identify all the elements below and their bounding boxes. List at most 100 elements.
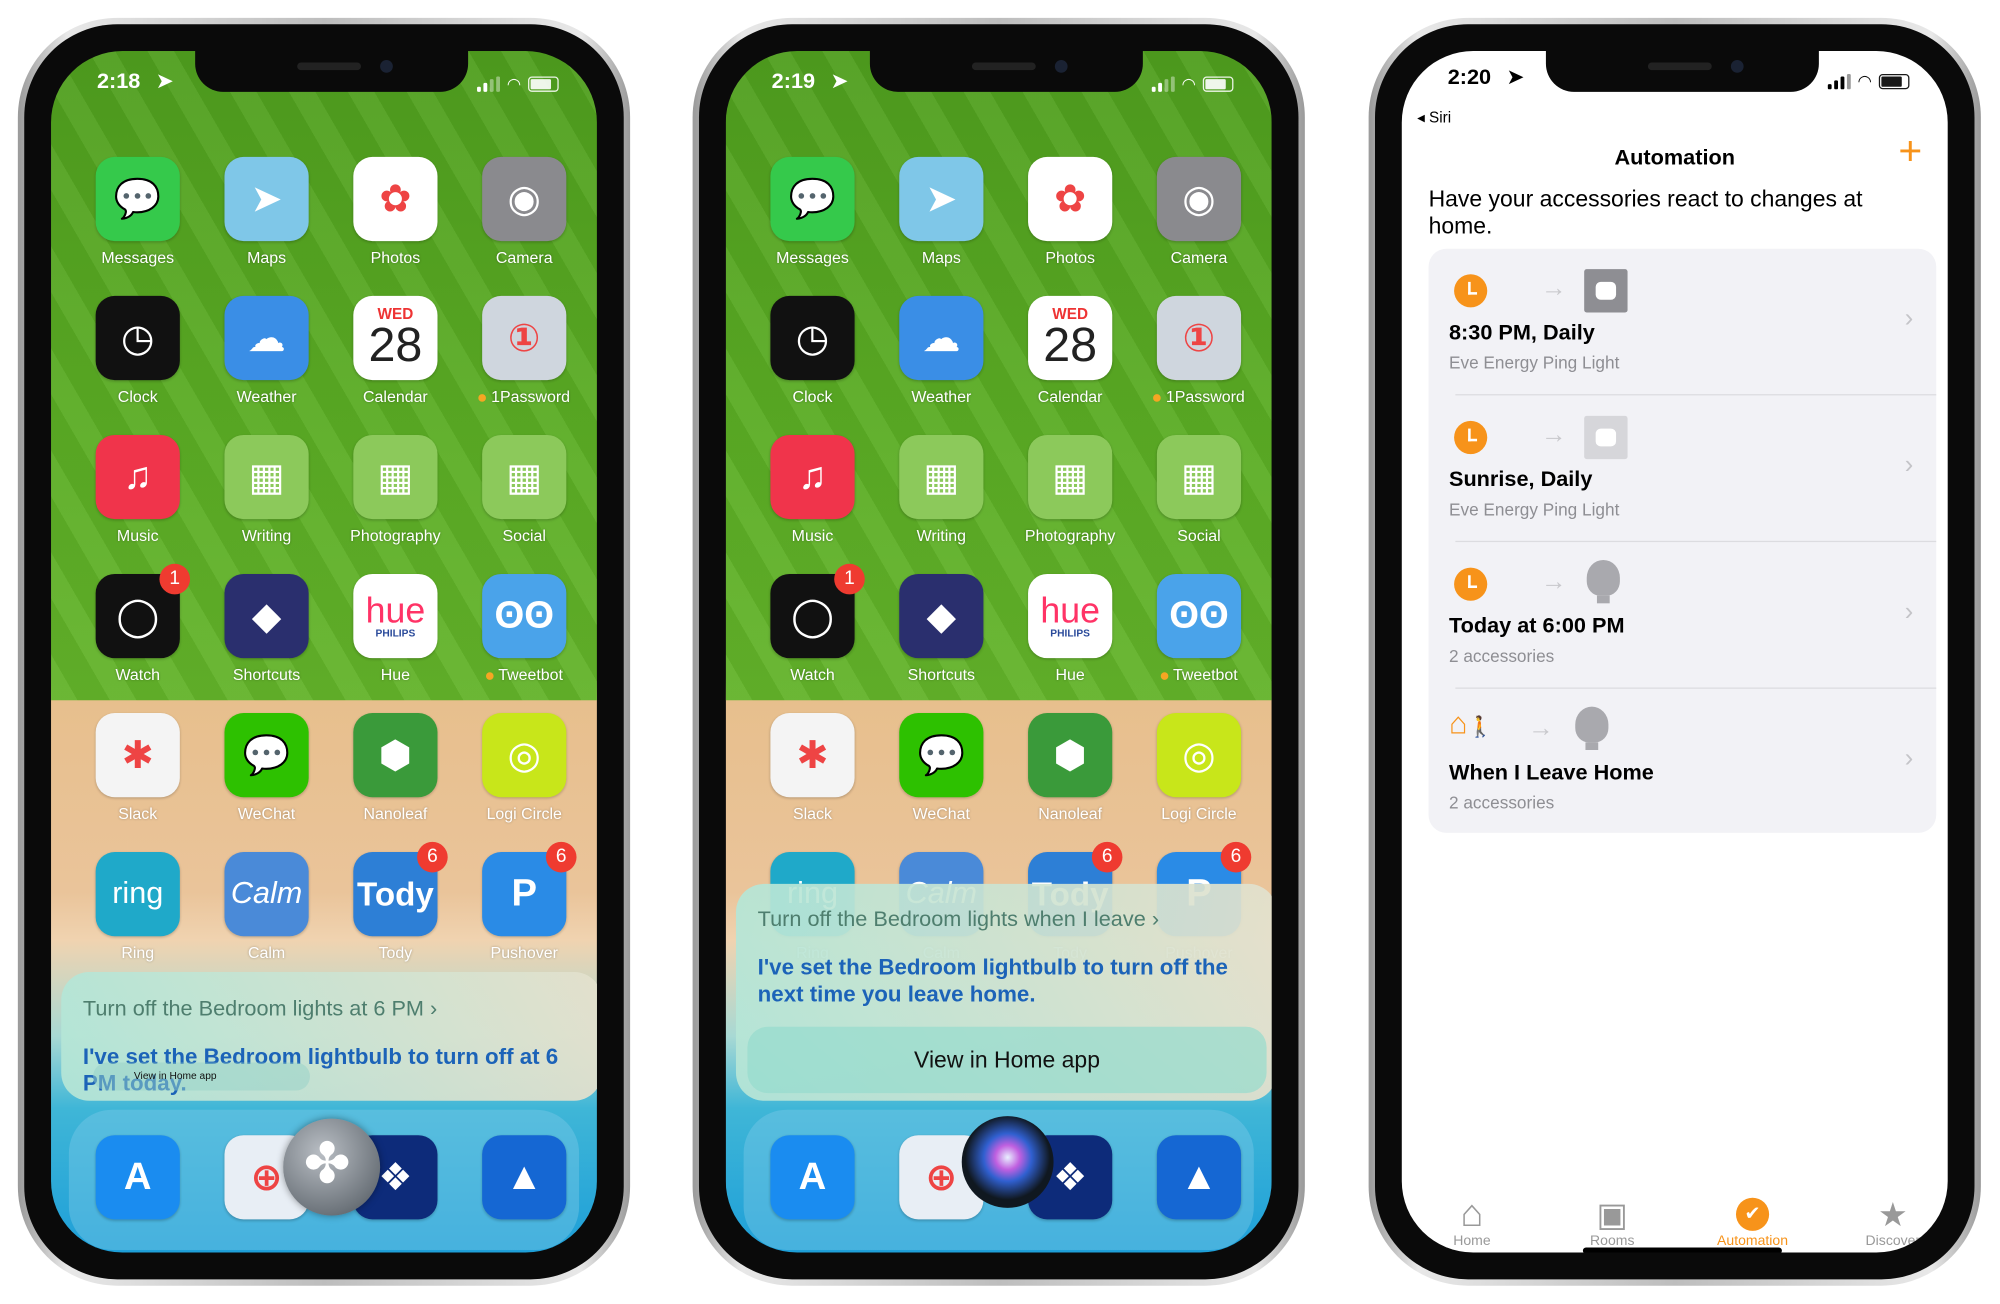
app-watch[interactable]: ◯ 1 Watch	[80, 563, 195, 684]
app-hue[interactable]: hue PHILIPS Hue	[1013, 573, 1128, 684]
automation-subtitle: Eve Energy Ping Light	[1448, 499, 1620, 520]
app-weather[interactable]: ☁ Weather	[209, 295, 324, 406]
app-logi-circle[interactable]: ◎ Logi Circle	[1142, 713, 1257, 823]
new-dot	[478, 393, 487, 402]
app-camera[interactable]: ◉ Camera	[467, 156, 582, 267]
wechat-icon: 💬	[899, 713, 984, 798]
app-maps[interactable]: ➤ Maps	[209, 156, 324, 267]
app-app-store[interactable]: A App Store	[80, 1135, 195, 1220]
app-tweetbot[interactable]: ʘʘ Tweetbot	[1142, 573, 1257, 684]
automation-row[interactable]: → 8:30 PM, Daily Eve Energy Ping Light ›	[1429, 249, 1937, 396]
siri-orb-icon[interactable]	[961, 1116, 1054, 1208]
app-logi-circle[interactable]: ◎ Logi Circle	[467, 713, 582, 823]
view-in-home-app-button[interactable]: View in Home app	[747, 1026, 1267, 1094]
app-hue[interactable]: hue PHILIPS Hue	[338, 573, 453, 684]
app-app-store[interactable]: A App Store	[755, 1135, 870, 1220]
app-tody[interactable]: Tody6 Tody	[338, 841, 453, 962]
app-spark[interactable]: ▲ Spark	[1142, 1135, 1257, 1220]
app-messages[interactable]: 💬 Messages	[755, 156, 870, 267]
app-maps[interactable]: ➤ Maps	[884, 156, 999, 267]
app-pushover[interactable]: P6 Pushover	[467, 841, 582, 962]
app-store-icon: A	[95, 1135, 180, 1220]
app-photography[interactable]: ▦ Photography	[338, 434, 453, 545]
notch	[1545, 51, 1819, 92]
siri-response-card: Turn off the Bedroom lights at 6 PM › I'…	[61, 971, 597, 1101]
app-label: Hue	[1055, 665, 1085, 684]
wifi-icon: ◠	[1182, 73, 1196, 94]
tab-automation[interactable]: ✔ Automation	[1695, 1195, 1810, 1249]
app-label: Shortcuts	[907, 665, 976, 684]
siri-answer: I've set the Bedroom lightbulb to turn o…	[757, 954, 1228, 1007]
app-weather[interactable]: ☁ Weather	[884, 295, 999, 406]
app-social[interactable]: ▦ Social	[467, 434, 582, 545]
battery-icon	[1878, 73, 1910, 90]
app-label: Camera	[1170, 248, 1228, 267]
status-time: 2:18	[96, 68, 141, 94]
siri-orb-icon[interactable]: ✤	[283, 1118, 381, 1216]
lightbulb-icon	[1586, 559, 1620, 604]
app-music[interactable]: ♫ Music	[80, 434, 195, 545]
app-music[interactable]: ♫ Music	[755, 434, 870, 545]
app-wechat[interactable]: 💬 WeChat	[209, 713, 324, 823]
app-camera[interactable]: ◉ Camera	[1142, 156, 1257, 267]
back-to-siri-link[interactable]: ◂ Siri	[1417, 108, 1451, 126]
app-tweetbot[interactable]: ʘʘ Tweetbot	[467, 573, 582, 684]
tab-discover[interactable]: ★ Discover	[1835, 1195, 1947, 1249]
tab-rooms[interactable]: ▣ Rooms	[1555, 1195, 1670, 1249]
chevron-right-icon: ›	[1151, 906, 1160, 932]
app-label: Photos	[1045, 248, 1095, 267]
automation-row[interactable]: → Sunrise, Daily Eve Energy Ping Light ›	[1429, 395, 1937, 543]
photos-icon: ✿	[353, 156, 438, 242]
app-social[interactable]: ▦ Social	[1142, 434, 1257, 545]
view-in-home-app-button[interactable]: View in Home app	[93, 1062, 310, 1091]
notification-badge: 1	[159, 563, 191, 595]
app-calendar[interactable]: WED 28 Calendar	[1013, 295, 1128, 406]
app-calendar[interactable]: WED 28 Calendar	[338, 295, 453, 406]
add-automation-button[interactable]: +	[1898, 128, 1922, 175]
tody-icon: Tody6	[353, 841, 448, 937]
app-writing[interactable]: ▦ Writing	[209, 434, 324, 545]
app-nanoleaf[interactable]: ⬢ Nanoleaf	[1013, 713, 1128, 823]
app-slack[interactable]: ✱ Slack	[80, 713, 195, 823]
home-app-screen: 2:20 ➤ ◠ ◂ Siri Automation + Have your ac…	[1401, 51, 1948, 1253]
app-messages[interactable]: 💬 Messages	[80, 156, 195, 267]
app-label: 1Password	[491, 387, 571, 406]
app-nanoleaf[interactable]: ⬢ Nanoleaf	[338, 713, 453, 823]
app-writing[interactable]: ▦ Writing	[884, 434, 999, 545]
leave-home-icon: ⌂🚶	[1448, 706, 1493, 742]
writing-icon: ▦	[224, 434, 309, 520]
app-shortcuts[interactable]: ◆ Shortcuts	[209, 573, 324, 684]
app-spark[interactable]: ▲ Spark	[467, 1135, 582, 1220]
app-label: Shortcuts	[232, 665, 301, 684]
app-photos[interactable]: ✿ Photos	[1013, 156, 1128, 267]
weather-icon: ☁	[899, 295, 984, 381]
app-slack[interactable]: ✱ Slack	[755, 713, 870, 823]
messages-icon: 💬	[95, 156, 180, 242]
app-shortcuts[interactable]: ◆ Shortcuts	[884, 573, 999, 684]
tab-home[interactable]: ⌂ Home	[1415, 1193, 1530, 1249]
app-ring[interactable]: ring Ring	[80, 852, 195, 962]
chevron-right-icon: ›	[1904, 744, 1914, 773]
automation-row[interactable]: ⌂🚶 → When I Leave Home 2 accessories ›	[1429, 689, 1937, 836]
app-photography[interactable]: ▦ Photography	[1013, 434, 1128, 545]
app-1password[interactable]: ① 1Password	[1142, 295, 1257, 406]
spark-icon: ▲	[482, 1135, 567, 1220]
app-photos[interactable]: ✿ Photos	[338, 156, 453, 267]
siri-query[interactable]: Turn off the Bedroom lights when I leave…	[758, 907, 1159, 933]
siri-query[interactable]: Turn off the Bedroom lights at 6 PM ›	[83, 996, 437, 1022]
home-indicator[interactable]	[1582, 1247, 1782, 1253]
app-wechat[interactable]: 💬 WeChat	[884, 713, 999, 823]
app-clock[interactable]: ◷ Clock	[80, 295, 195, 406]
app-watch[interactable]: ◯ 1 Watch	[755, 563, 870, 684]
app-clock[interactable]: ◷ Clock	[755, 295, 870, 406]
iphone-1: 2:18 ➤ ◠ 💬 Messages ➤ Maps ✿ Photos ◉ Cam…	[17, 17, 631, 1286]
app-calm[interactable]: Calm Calm	[209, 852, 324, 962]
maps-icon: ➤	[224, 156, 309, 242]
new-dot	[485, 671, 494, 680]
home-screen-2: 2:19 ➤ ◠ 💬 Messages ➤ Maps ✿ Photos ◉ Cam…	[725, 51, 1272, 1253]
photos-icon: ✿	[1028, 156, 1113, 242]
automation-row[interactable]: → Today at 6:00 PM 2 accessories ›	[1429, 542, 1937, 689]
logi-circle-icon: ◎	[482, 713, 567, 798]
app-label: Weather	[911, 387, 972, 406]
app-1password[interactable]: ① 1Password	[467, 295, 582, 406]
